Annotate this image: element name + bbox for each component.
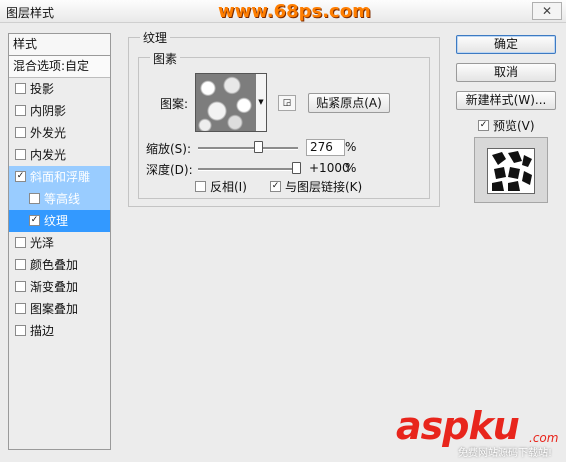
close-button[interactable]: ✕ bbox=[532, 2, 562, 20]
cancel-button[interactable]: 取消 bbox=[456, 63, 556, 82]
style-item-inner-shadow[interactable]: 内阴影 bbox=[9, 100, 110, 122]
texture-group-title: 纹理 bbox=[140, 29, 171, 46]
pattern-dropdown[interactable]: ▼ bbox=[256, 73, 267, 132]
preview-checkbox[interactable]: ✓ bbox=[478, 120, 489, 131]
pattern-label: 图案: bbox=[160, 97, 189, 111]
preview-texture-graphic bbox=[488, 149, 534, 193]
scale-label: 缩放(S): bbox=[146, 142, 192, 156]
link-with-layer-checkbox[interactable]: ✓ bbox=[270, 181, 281, 192]
watermark-68ps: www.68ps.com bbox=[218, 1, 371, 22]
window-title: 图层样式 bbox=[6, 6, 55, 20]
new-style-button[interactable]: 新建样式(W)... bbox=[456, 91, 556, 110]
scale-input[interactable]: 276 bbox=[306, 139, 345, 156]
watermark-aspku: aspku bbox=[396, 404, 520, 448]
style-item-drop-shadow[interactable]: 投影 bbox=[9, 78, 110, 100]
snap-to-origin-button[interactable]: 贴紧原点(A) bbox=[308, 93, 390, 113]
outer-glow-checkbox[interactable] bbox=[15, 127, 26, 138]
elements-group-title: 图素 bbox=[150, 50, 181, 67]
new-preset-icon: ◲ bbox=[282, 98, 292, 108]
inner-shadow-checkbox[interactable] bbox=[15, 105, 26, 116]
style-item-pattern-overlay[interactable]: 图案叠加 bbox=[9, 298, 110, 320]
scale-slider-thumb[interactable] bbox=[254, 141, 263, 153]
preview-option[interactable]: ✓ 预览(V) bbox=[478, 117, 535, 134]
depth-input[interactable]: +1000 bbox=[305, 160, 350, 177]
texture-checkbox[interactable]: ✓ bbox=[29, 215, 40, 226]
styles-list: 样式 混合选项:自定 投影 内阴影 外发光 内发光 ✓ 斜面和浮雕 等高线 ✓ 纹理… bbox=[8, 33, 111, 450]
watermark-aspku-com: .com bbox=[529, 431, 559, 445]
style-item-inner-glow[interactable]: 内发光 bbox=[9, 144, 110, 166]
link-with-layer-label: 与图层链接(K) bbox=[285, 180, 363, 194]
style-item-contour[interactable]: 等高线 bbox=[9, 188, 110, 210]
depth-label: 深度(D): bbox=[146, 163, 193, 177]
preview-label: 预览(V) bbox=[493, 119, 535, 133]
contour-checkbox[interactable] bbox=[29, 193, 40, 204]
invert-checkbox[interactable] bbox=[195, 181, 206, 192]
style-item-texture[interactable]: ✓ 纹理 bbox=[9, 210, 110, 232]
style-item-outer-glow[interactable]: 外发光 bbox=[9, 122, 110, 144]
scale-unit: % bbox=[345, 140, 357, 154]
depth-unit: % bbox=[345, 161, 357, 175]
pattern-overlay-checkbox[interactable] bbox=[15, 303, 26, 314]
gradient-overlay-checkbox[interactable] bbox=[15, 281, 26, 292]
drop-shadow-checkbox[interactable] bbox=[15, 83, 26, 94]
preview-image bbox=[487, 148, 535, 194]
style-item-color-overlay[interactable]: 颜色叠加 bbox=[9, 254, 110, 276]
close-icon: ✕ bbox=[541, 4, 553, 18]
invert-label: 反相(I) bbox=[210, 180, 247, 194]
style-item-stroke[interactable]: 描边 bbox=[9, 320, 110, 342]
new-preset-button[interactable]: ◲ bbox=[278, 95, 296, 111]
style-item-gradient-overlay[interactable]: 渐变叠加 bbox=[9, 276, 110, 298]
color-overlay-checkbox[interactable] bbox=[15, 259, 26, 270]
style-item-bevel-emboss[interactable]: ✓ 斜面和浮雕 bbox=[9, 166, 110, 188]
pattern-swatch[interactable] bbox=[195, 73, 257, 132]
style-preview-thumbnail bbox=[474, 137, 548, 203]
invert-option[interactable]: 反相(I) bbox=[195, 178, 247, 195]
bevel-emboss-checkbox[interactable]: ✓ bbox=[15, 171, 26, 182]
ok-button[interactable]: 确定 bbox=[456, 35, 556, 54]
title-bar: 图层样式 www.68ps.com ✕ bbox=[0, 0, 566, 23]
scale-slider[interactable] bbox=[198, 147, 298, 150]
styles-header[interactable]: 样式 bbox=[9, 34, 110, 56]
depth-slider-thumb[interactable] bbox=[292, 162, 301, 174]
stroke-checkbox[interactable] bbox=[15, 325, 26, 336]
inner-glow-checkbox[interactable] bbox=[15, 149, 26, 160]
satin-checkbox[interactable] bbox=[15, 237, 26, 248]
watermark-aspku-subtitle: 免费网站源码下载站! bbox=[458, 448, 553, 459]
blending-options-item[interactable]: 混合选项:自定 bbox=[9, 56, 110, 78]
triangle-down-icon: ▼ bbox=[258, 98, 264, 106]
style-item-satin[interactable]: 光泽 bbox=[9, 232, 110, 254]
depth-slider[interactable] bbox=[198, 168, 298, 171]
link-with-layer-option[interactable]: ✓ 与图层链接(K) bbox=[270, 178, 362, 195]
